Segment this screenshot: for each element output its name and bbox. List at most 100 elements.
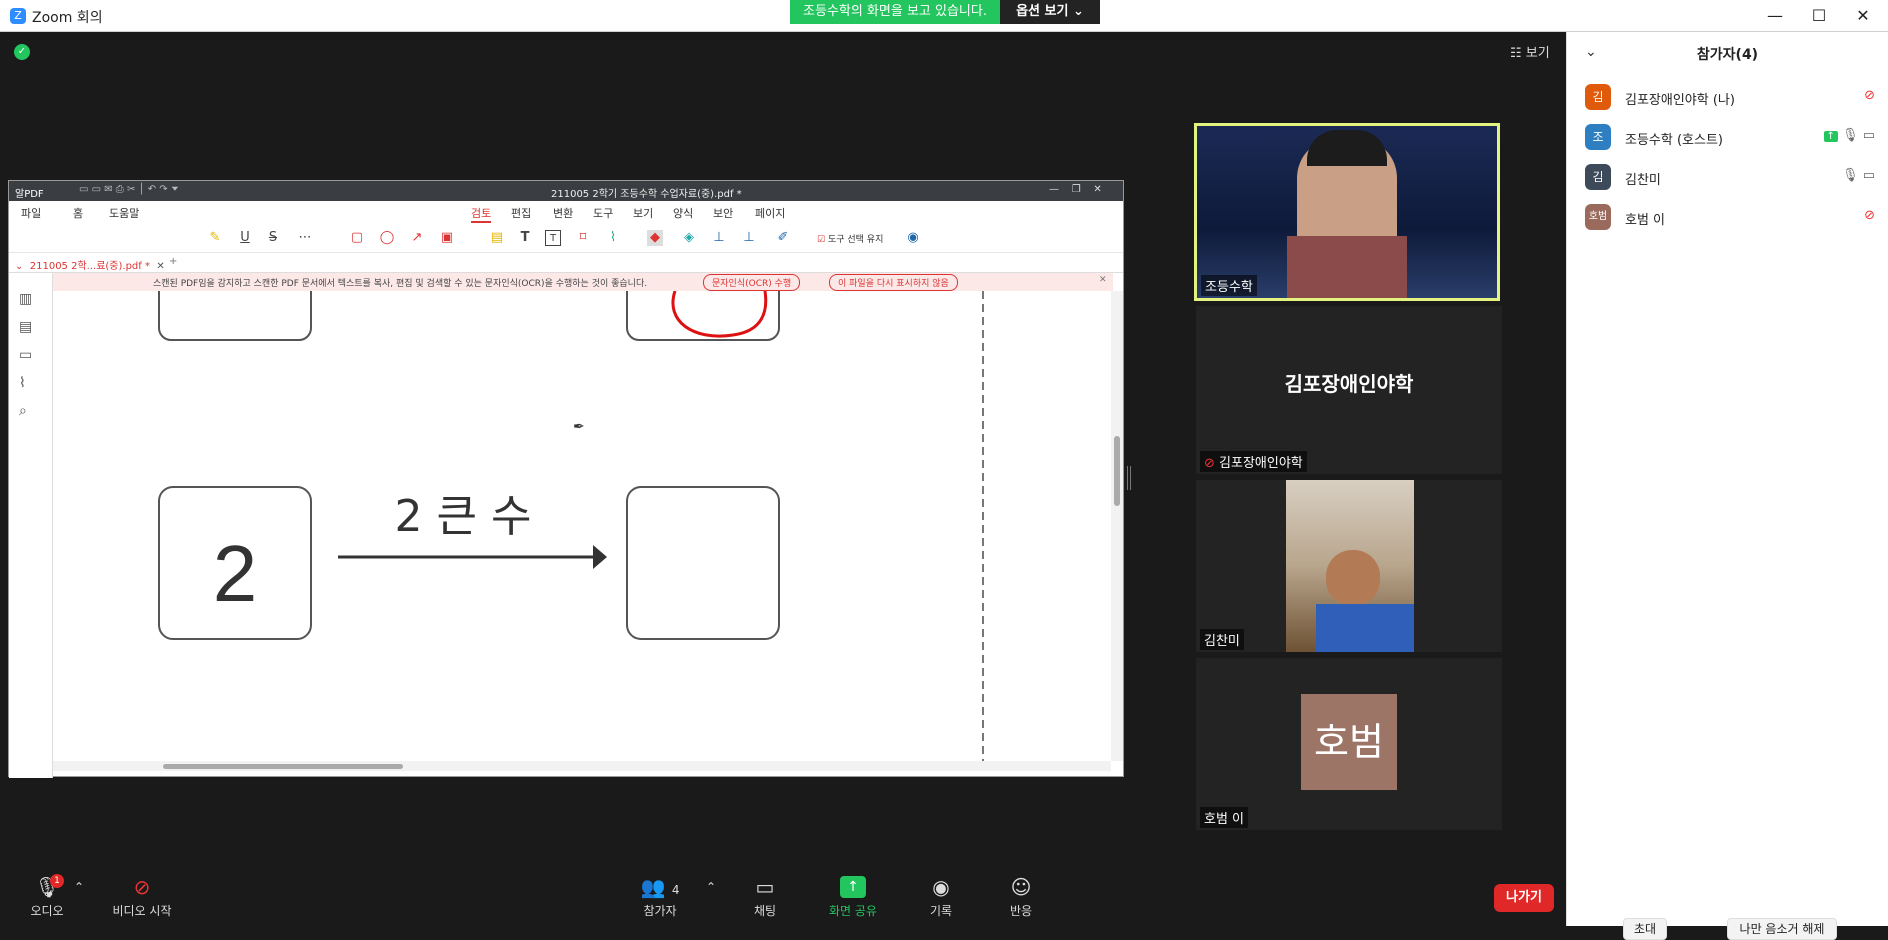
highlighter-icon[interactable]: ✎: [207, 230, 223, 246]
start-video-button[interactable]: ⊘ 비디오 시작: [96, 866, 188, 926]
comments-icon[interactable]: ▭: [19, 347, 32, 363]
audio-options-chevron-icon[interactable]: ⌃: [74, 880, 84, 894]
participants-chevron-icon[interactable]: ⌃: [706, 880, 716, 894]
window-title: Zoom 회의: [32, 10, 103, 26]
audio-label: 오디오: [30, 904, 64, 918]
note-icon[interactable]: ▤: [489, 230, 505, 246]
pdf-horizontal-scrollbar[interactable]: [53, 761, 1111, 771]
hide-notice-button[interactable]: 이 파일을 다시 표시하지 않음: [829, 274, 958, 291]
textbox-icon[interactable]: T: [545, 230, 561, 246]
stamp-menu-icon[interactable]: ⊥: [741, 230, 757, 246]
attach-icon[interactable]: ⌇: [605, 230, 621, 246]
tile-name-kimpo-text: 김포장애인야학: [1219, 456, 1303, 471]
participants-icon: 👥 4: [640, 875, 680, 899]
pdf-page-canvas[interactable]: 2 2 큰 수 ✒: [53, 291, 1111, 761]
participant-row[interactable]: 김 김포장애인야학 (나) ⊘: [1585, 84, 1875, 112]
participant-row[interactable]: 호범 호범 이 ⊘: [1585, 204, 1875, 232]
text-icon[interactable]: T: [517, 230, 533, 246]
unmute-me-button[interactable]: 나만 음소거 해제: [1727, 918, 1837, 940]
tile-name-kimchan: 김찬미: [1200, 629, 1244, 650]
keep-tool-label: 도구 선택 유지: [827, 235, 884, 245]
callout-icon[interactable]: ⌑: [575, 230, 591, 246]
participant-avatar: 김: [1585, 84, 1611, 110]
arrow-icon[interactable]: ↗: [409, 230, 425, 246]
vertical-scroll-thumb[interactable]: [1114, 436, 1120, 506]
participant-avatar: 김: [1585, 164, 1611, 190]
video-tile-kimchan[interactable]: 김찬미: [1196, 480, 1502, 652]
tile-center-name: 김포장애인야학: [1284, 372, 1414, 396]
camera-off-icon: ⊘: [1864, 208, 1875, 223]
eraser-area-icon[interactable]: ◈: [681, 230, 697, 246]
circle-icon[interactable]: ◯: [379, 230, 395, 246]
tab-security[interactable]: 보안: [713, 205, 733, 221]
menu-help[interactable]: 도움말: [109, 205, 139, 221]
video-label: 비디오 시작: [112, 904, 172, 918]
video-tile-ho[interactable]: 호범 호범 이: [1196, 658, 1502, 830]
minimize-button[interactable]: —: [1752, 4, 1798, 28]
sign-icon[interactable]: ✐: [775, 230, 791, 246]
kimchan-shirt: [1316, 604, 1414, 652]
shapes-icon[interactable]: ▣: [439, 230, 455, 246]
pdf-sidebar: ▥ ▤ ▭ ⌇ ⌕: [9, 273, 53, 778]
camera-icon: ▭: [1862, 168, 1875, 183]
chat-button[interactable]: ▭ 채팅: [720, 866, 810, 926]
new-tab-icon[interactable]: +: [169, 256, 177, 267]
tab-form[interactable]: 양식: [673, 205, 693, 221]
share-screen-button[interactable]: ↑ 화면 공유: [808, 866, 898, 926]
eye-icon[interactable]: ◉: [905, 230, 921, 246]
tab-convert[interactable]: 변환: [553, 205, 573, 221]
doc-tab-close-icon[interactable]: ✕: [156, 261, 164, 272]
tab-tools[interactable]: 도구: [593, 205, 613, 221]
participant-row[interactable]: 조 조등수학 (호스트) ↑ 🎙 ▭: [1585, 124, 1875, 152]
strikethrough-icon[interactable]: S: [265, 230, 281, 246]
muted-mic-icon[interactable]: ⊘: [1864, 88, 1875, 103]
audio-button[interactable]: 🎙 오디오: [2, 866, 92, 926]
participant-row[interactable]: 김 김찬미 🎙 ▭: [1585, 164, 1875, 192]
ocr-button[interactable]: 문자인식(OCR) 수행: [703, 274, 801, 291]
pdf-quick-tools[interactable]: ▭ ▭ ✉ ⎙ ✂ │ ↶ ↷ ⏷: [79, 184, 179, 195]
underline-icon[interactable]: U: [237, 230, 253, 246]
doc-tab[interactable]: ⌄ 211005 2학...료(중).pdf * ✕: [15, 257, 165, 272]
video-tile-kimpo[interactable]: 김포장애인야학 ⊘ 김포장애인야학: [1196, 306, 1502, 474]
rectangle-icon[interactable]: ▢: [349, 230, 365, 246]
eraser-icon[interactable]: ◆: [647, 230, 663, 246]
menu-home[interactable]: 홈: [73, 205, 83, 221]
record-button[interactable]: ◉ 기록: [896, 866, 986, 926]
chat-label: 채팅: [753, 904, 777, 918]
pdf-window-controls[interactable]: — ❐ ✕: [1049, 184, 1102, 195]
leave-button[interactable]: 나가기: [1494, 884, 1554, 912]
doc-tab-label: 211005 2학...료(중).pdf *: [29, 261, 150, 272]
tab-view[interactable]: 보기: [633, 205, 653, 221]
participants-label: 참가자: [643, 904, 677, 918]
invite-button[interactable]: 초대: [1623, 918, 1667, 940]
tab-review[interactable]: 검토: [471, 205, 492, 223]
split-resize-handle[interactable]: [1127, 466, 1131, 490]
close-button[interactable]: ✕: [1840, 4, 1886, 28]
tile-name-ho: 호범 이: [1200, 807, 1249, 828]
maximize-button[interactable]: ☐: [1796, 4, 1842, 28]
pdf-toolbar: ✎ U S ⋯ ▢ ◯ ↗ ▣ ▤ T T ⌑ ⌇ ◆ ◈ ⊥ ⊥ ✐ ☑ 도구…: [9, 223, 1123, 253]
thumbnails-icon[interactable]: ▥: [19, 291, 32, 307]
pdf-vertical-scrollbar[interactable]: [1111, 291, 1123, 761]
menu-file[interactable]: 파일: [21, 205, 41, 221]
mic-icon: 🎙: [1842, 168, 1859, 183]
search-icon[interactable]: ⌕: [19, 403, 27, 419]
video-tile-host[interactable]: 조등수학: [1194, 123, 1500, 301]
tab-page[interactable]: 페이지: [755, 205, 785, 221]
view-options-button[interactable]: 옵션 보기 ⌄: [1000, 0, 1100, 24]
participants-panel: ⌄ 참가자(4) 김 김포장애인야학 (나) ⊘ 조 조등수학 (호스트) ↑ …: [1566, 32, 1888, 940]
answer-box-top-left: [158, 291, 312, 341]
keep-tool-checkbox[interactable]: ☑ 도구 선택 유지: [817, 232, 883, 245]
camera-icon: ▭: [1862, 128, 1875, 143]
view-layout-button[interactable]: ☷ 보기: [1510, 42, 1550, 61]
security-shield-icon[interactable]: ✓: [14, 44, 30, 60]
attachments-icon[interactable]: ⌇: [19, 375, 26, 391]
participants-button[interactable]: 👥 4 참가자: [615, 866, 705, 926]
stamp-icon[interactable]: ⊥: [711, 230, 727, 246]
more-icon[interactable]: ⋯: [297, 230, 313, 246]
notice-close-icon[interactable]: ✕: [1099, 275, 1107, 285]
horizontal-scroll-thumb[interactable]: [163, 764, 403, 769]
reactions-button[interactable]: ☺ 반응: [976, 866, 1066, 926]
tab-edit[interactable]: 편집: [511, 205, 531, 221]
bookmarks-icon[interactable]: ▤: [19, 319, 32, 335]
